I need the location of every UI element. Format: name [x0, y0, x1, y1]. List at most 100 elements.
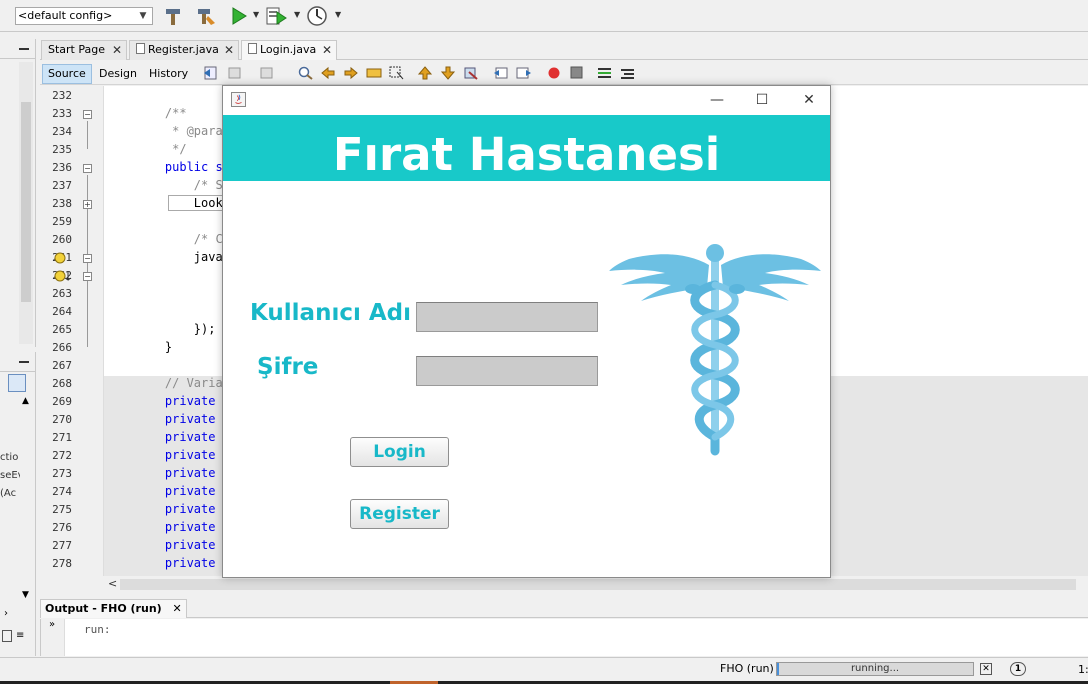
cancel-process-icon[interactable]: ✕	[980, 663, 992, 675]
shift-left-icon[interactable]	[493, 66, 509, 80]
code-line: /**	[136, 106, 187, 120]
login-window: — ☐ ✕ Fırat Hastanesi Kullanıcı Adı Şifr…	[222, 85, 831, 578]
running-process-label[interactable]: FHO (run)	[720, 662, 774, 675]
comment-icon[interactable]	[597, 66, 613, 80]
source-view-button[interactable]: Source	[42, 64, 92, 84]
output-window-icon[interactable]	[2, 630, 12, 642]
chevron-up-icon[interactable]: ▲	[22, 396, 29, 406]
navigator-item[interactable]: (Ac	[0, 488, 20, 499]
editor-tabs: Start Page ✕ Register.java ✕ Login.java …	[40, 39, 1088, 60]
profile-icon[interactable]	[306, 5, 328, 27]
output-console[interactable]: » run:	[40, 619, 1088, 656]
chevron-down-icon[interactable]: ▼	[294, 10, 300, 19]
history-view-button[interactable]: History	[144, 64, 193, 84]
toggle-bookmark-icon[interactable]	[463, 66, 479, 80]
stop-macro-icon[interactable]	[569, 66, 585, 80]
navigator-panel: ▲ ctio seEv (Ac ▼ › ≡	[0, 352, 36, 656]
progress-text: running...	[850, 663, 900, 674]
tab-login-java[interactable]: Login.java ✕	[241, 40, 337, 60]
find-next-icon[interactable]	[343, 66, 359, 80]
close-icon[interactable]: ✕	[112, 41, 122, 59]
register-button[interactable]: Register	[350, 499, 449, 529]
line-number: 260	[52, 233, 72, 246]
tab-output-run[interactable]: Output - FHO (run) ✕	[40, 599, 187, 618]
login-button[interactable]: Login	[350, 437, 449, 467]
password-field[interactable]	[416, 356, 598, 386]
output-gutter: »	[41, 619, 65, 656]
design-view-button[interactable]: Design	[94, 64, 142, 84]
config-select-value: <default config>	[18, 9, 113, 22]
java-app-icon	[231, 92, 246, 107]
scrollbar-thumb[interactable]	[21, 102, 31, 302]
chevron-down-icon[interactable]: ▼	[253, 10, 259, 19]
notifications-badge[interactable]: 1	[1010, 662, 1026, 676]
scroll-left-icon[interactable]: <	[108, 577, 117, 590]
config-select[interactable]: <default config> ▼	[15, 7, 153, 25]
fold-expand-icon[interactable]: +	[83, 200, 92, 209]
record-macro-icon[interactable]	[546, 66, 562, 80]
navigator-item[interactable]: ctio	[0, 452, 20, 463]
run-icon[interactable]	[227, 5, 249, 27]
output-text: run:	[84, 623, 111, 636]
close-icon[interactable]: ✕	[322, 41, 332, 59]
back-icon[interactable]	[227, 66, 243, 80]
main-toolbar: <default config> ▼ ▼ ▼ ▼	[0, 0, 1088, 32]
find-previous-icon[interactable]	[320, 66, 336, 80]
clean-build-icon[interactable]	[195, 5, 217, 27]
close-icon[interactable]: ✕	[798, 90, 820, 110]
hammer-icon[interactable]	[162, 5, 184, 27]
next-bookmark-icon[interactable]	[440, 66, 456, 80]
maximize-icon[interactable]: ☐	[751, 90, 773, 110]
uncomment-icon[interactable]	[620, 66, 636, 80]
scrollbar-thumb[interactable]	[120, 579, 1076, 590]
fold-collapse-icon[interactable]: −	[83, 110, 92, 119]
java-file-icon	[248, 43, 257, 54]
username-label: Kullanıcı Adı	[250, 300, 412, 326]
debug-icon[interactable]	[265, 5, 287, 27]
minimize-icon[interactable]	[19, 361, 29, 363]
toggle-highlight-icon[interactable]	[389, 66, 405, 80]
editor-toolbar: Source Design History	[40, 61, 1088, 85]
line-number: 268	[52, 377, 72, 390]
sort-icon[interactable]: ≡	[16, 630, 24, 641]
fold-collapse-icon[interactable]: −	[83, 254, 92, 263]
chevron-right-icon[interactable]: ›	[4, 608, 8, 619]
line-number: 271	[52, 431, 72, 444]
previous-bookmark-icon[interactable]	[417, 66, 433, 80]
chevron-down-icon[interactable]: ▼	[335, 10, 341, 19]
minimize-icon[interactable]	[19, 48, 29, 50]
caret-position: 1:	[1078, 663, 1088, 676]
double-chevron-icon[interactable]: »	[49, 619, 55, 630]
code-line: */	[136, 142, 187, 156]
line-number: 278	[52, 557, 72, 570]
username-field[interactable]	[416, 302, 598, 332]
tab-start-page[interactable]: Start Page ✕	[41, 40, 127, 60]
search-icon[interactable]	[298, 66, 314, 80]
lightbulb-hint-icon[interactable]	[54, 252, 68, 266]
progress-bar[interactable]: running...	[776, 662, 974, 676]
navigator-item[interactable]: seEv	[0, 470, 20, 481]
forward-icon[interactable]	[259, 66, 275, 80]
close-icon[interactable]: ✕	[224, 41, 234, 59]
fold-collapse-icon[interactable]: −	[83, 272, 92, 281]
fold-collapse-icon[interactable]: −	[83, 164, 92, 173]
navigator-view-icon[interactable]	[8, 374, 26, 392]
window-titlebar[interactable]: — ☐ ✕	[223, 86, 830, 114]
last-edit-icon[interactable]	[203, 66, 219, 80]
hospital-title: Fırat Hastanesi	[332, 128, 721, 181]
tab-register-java[interactable]: Register.java ✕	[129, 40, 239, 60]
line-number: 238	[52, 197, 72, 210]
tab-label: Login.java	[260, 43, 317, 56]
find-selection-icon[interactable]	[366, 66, 382, 80]
close-icon[interactable]: ✕	[172, 600, 181, 617]
password-label: Şifre	[257, 354, 319, 380]
line-number: 264	[52, 305, 72, 318]
editor-horizontal-scrollbar[interactable]: <	[104, 576, 1088, 593]
projects-scrollbar[interactable]	[19, 62, 33, 344]
chevron-down-icon[interactable]: ▼	[22, 590, 29, 600]
shift-right-icon[interactable]	[516, 66, 532, 80]
folded-code-box[interactable]	[168, 195, 228, 211]
lightbulb-override-icon[interactable]	[54, 270, 74, 284]
minimize-icon[interactable]: —	[706, 90, 728, 110]
tab-label: Register.java	[148, 43, 219, 56]
